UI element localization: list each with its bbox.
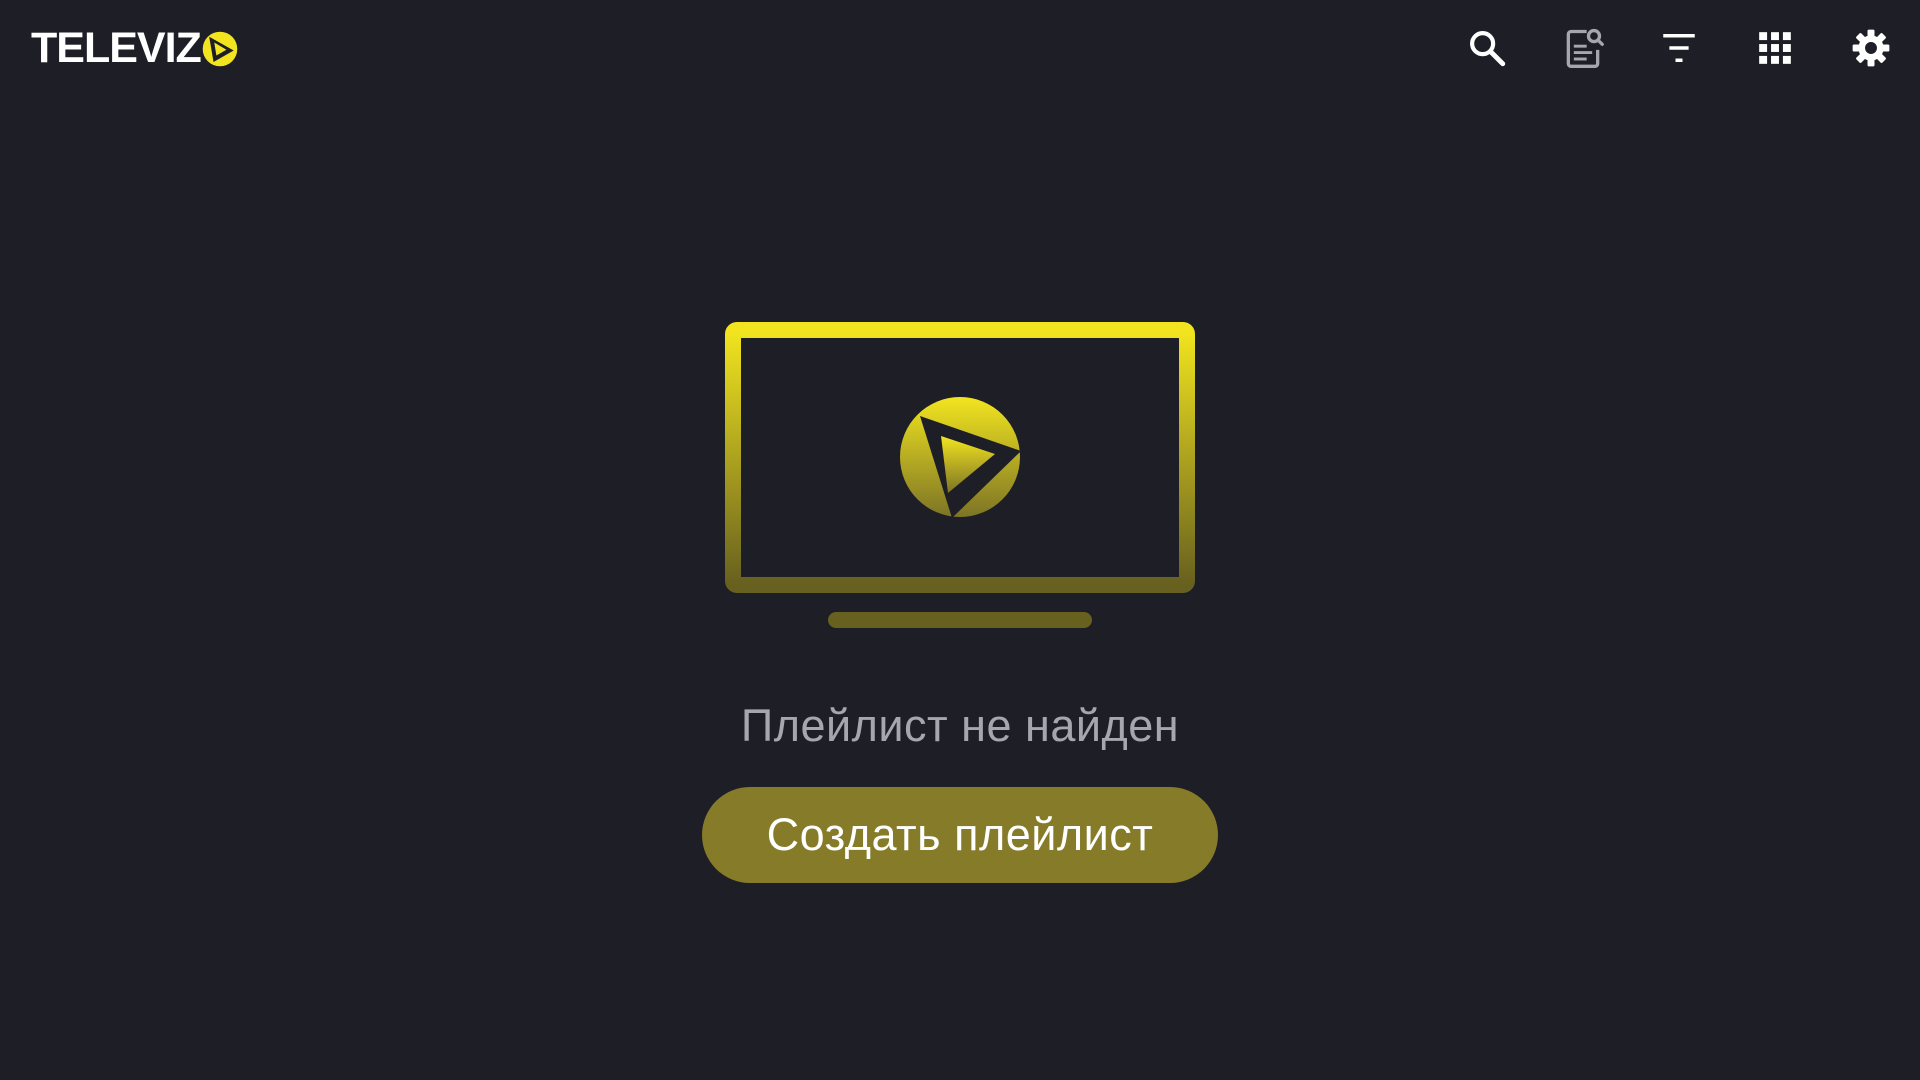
empty-state: Плейлист не найден Создать плейлист [0,0,1920,1080]
create-playlist-button[interactable]: Создать плейлист [702,787,1218,883]
empty-message: Плейлист не найден [740,700,1180,751]
tv-play-icon [725,322,1195,628]
app-root: TELEVIZ Плейлист не найден Создать плейл… [0,0,1920,1080]
